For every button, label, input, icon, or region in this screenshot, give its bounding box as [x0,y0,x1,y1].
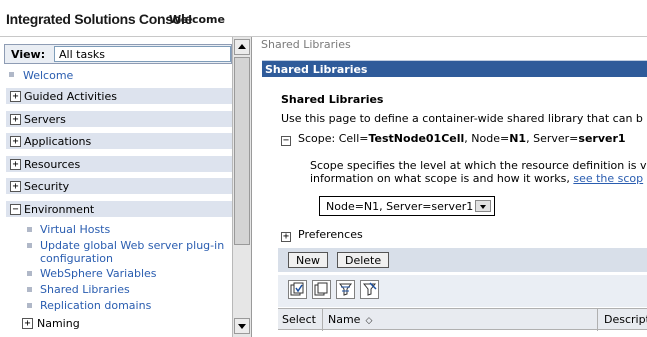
scope-help: Scope specifies the level at which the r… [310,159,647,185]
column-header-select: Select [282,313,316,326]
column-header-name[interactable]: Name ◇ [328,313,372,326]
expand-icon[interactable]: + [10,181,21,192]
bullet-icon [9,72,14,77]
nav-group-security[interactable]: + Security [6,178,232,195]
console-header: Integrated Solutions Console Welcome [0,0,647,37]
nav-group-guided-activities[interactable]: + Guided Activities [6,88,232,105]
delete-button[interactable]: Delete [337,252,390,268]
column-header-name-label[interactable]: Name [328,313,360,326]
select-all-icon[interactable] [288,280,307,299]
scope-select[interactable]: Node=N1, Server=server1 [319,196,495,216]
scroll-down-icon[interactable] [234,318,250,334]
nav-group-label[interactable]: Environment [24,203,94,216]
nav-group-label[interactable]: Resources [24,158,80,171]
table-header: Select Name ◇ Descript [278,308,647,331]
view-select[interactable]: All tasks [54,46,231,62]
nav-welcome-link[interactable]: Welcome [23,69,73,82]
bullet-icon [27,303,32,308]
show-filter-icon[interactable] [336,280,355,299]
scroll-thumb[interactable] [234,57,250,245]
dropdown-arrow-icon[interactable] [475,200,491,212]
scope-row: − Scope: Cell=TestNode01Cell, Node=N1, Se… [281,132,626,146]
table-toolbar [278,275,647,307]
nav-group-label[interactable]: Applications [24,135,91,148]
bullet-icon [27,271,32,276]
expand-icon[interactable]: + [10,136,21,147]
clear-filter-icon[interactable] [360,280,379,299]
scope-help-text: information on what scope is and how it … [310,172,574,185]
scope-select-value: Node=N1, Server=server1 [326,200,474,213]
new-button[interactable]: New [288,252,328,268]
expand-icon[interactable]: + [10,159,21,170]
scope-server-prefix: , Server= [526,132,579,145]
collapse-icon[interactable]: − [10,204,21,215]
nav-group-applications[interactable]: + Applications [6,133,232,150]
scope-prefix: Scope: Cell= [298,132,369,145]
scope-help-link[interactable]: see the scop [573,172,643,185]
view-bar: View: All tasks [4,44,232,64]
scope-node: N1 [509,132,527,145]
expand-icon[interactable]: + [10,91,21,102]
button-bar: New Delete [278,248,647,272]
portlet-title-bar: Shared Libraries [262,60,647,77]
bullet-icon [27,287,32,292]
view-label: View: [11,48,46,61]
nav-scrollbar[interactable] [232,37,251,337]
nav-group-label[interactable]: Naming [37,317,80,330]
expand-icon[interactable]: + [281,232,291,242]
bullet-icon [27,227,32,232]
nav-item-update-plugin-cont[interactable]: configuration [40,252,113,265]
nav-group-label[interactable]: Guided Activities [24,90,117,103]
nav-item-websphere-variables[interactable]: WebSphere Variables [40,267,157,280]
nav-item-virtual-hosts[interactable]: Virtual Hosts [40,223,110,236]
page-description: Use this page to define a container-wide… [281,112,643,125]
deselect-all-icon[interactable] [312,280,331,299]
page-title: Shared Libraries [281,93,384,106]
scope-node-prefix: , Node= [464,132,510,145]
preferences-row[interactable]: + Preferences [281,228,363,242]
nav-item-replication-domains[interactable]: Replication domains [40,299,151,312]
nav-group-label[interactable]: Servers [24,113,66,126]
content-pane: Shared Libraries Shared Libraries Shared… [254,37,647,337]
scroll-up-icon[interactable] [234,39,250,55]
sort-icon[interactable]: ◇ [365,316,372,326]
navigation-tree: View: All tasks Welcome + Guided Activit… [0,37,252,337]
scope-server: server1 [578,132,626,145]
column-divider [322,309,323,331]
nav-item-update-plugin[interactable]: Update global Web server plug-in [40,239,224,252]
scope-help-line: Scope specifies the level at which the r… [310,159,647,172]
scope-cell: TestNode01Cell [368,132,465,145]
console-title: Integrated Solutions Console [6,11,193,27]
nav-group-resources[interactable]: + Resources [6,156,232,173]
nav-group-environment[interactable]: − Environment [6,201,232,218]
nav-group-servers[interactable]: + Servers [6,111,232,128]
expand-icon[interactable]: + [10,114,21,125]
preferences-label[interactable]: Preferences [298,228,363,241]
column-divider [597,309,598,331]
nav-group-label[interactable]: Security [24,180,69,193]
breadcrumb: Shared Libraries [261,38,351,51]
collapse-icon[interactable]: − [281,136,291,146]
scope-help-line: information on what scope is and how it … [310,172,647,185]
column-header-description[interactable]: Descript [604,313,647,326]
welcome-text: Welcome [169,13,225,26]
expand-icon[interactable]: + [22,318,33,329]
nav-item-shared-libraries[interactable]: Shared Libraries [40,283,130,296]
bullet-icon [27,243,32,248]
